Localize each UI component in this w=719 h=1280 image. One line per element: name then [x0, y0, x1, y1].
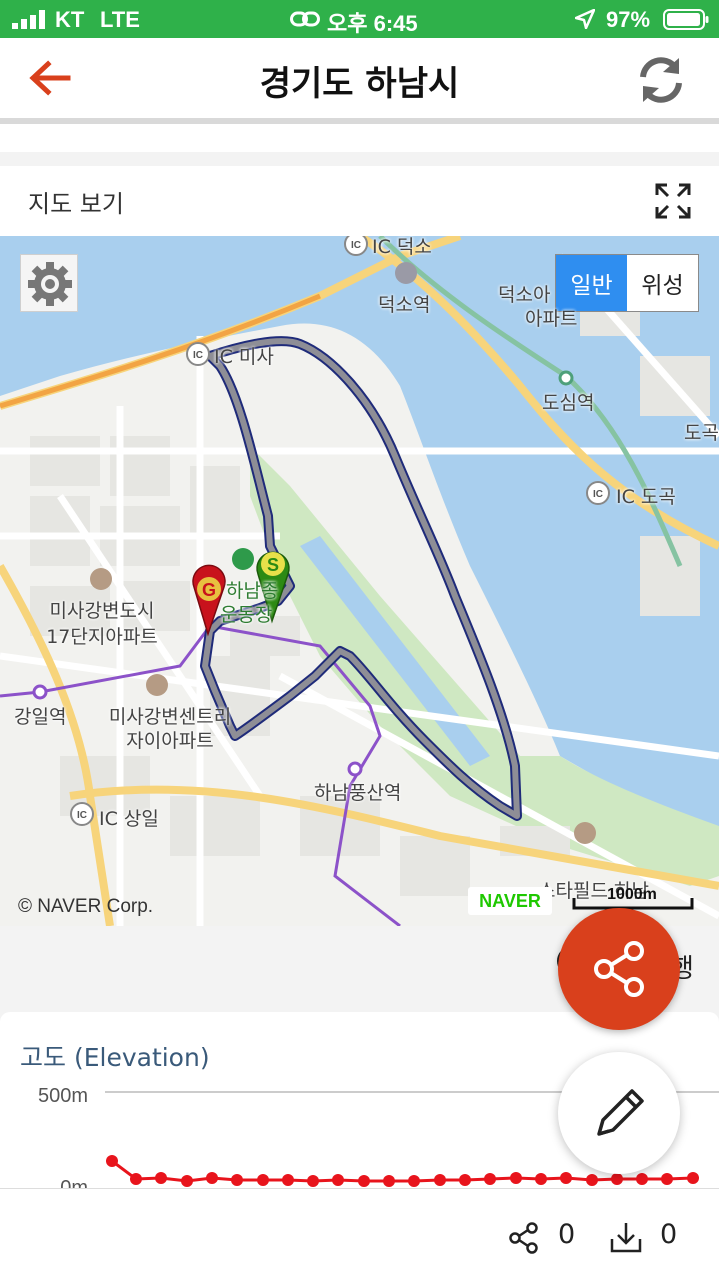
- map-card: 지도 보기 IC IC IC IC S G 일반 위성 IC 덕소 덕소역 덕소…: [0, 166, 719, 926]
- map-label-gangil-station: 강일역: [14, 706, 67, 728]
- map-label-hanam-stadium-2: 운동장: [220, 604, 273, 626]
- map-label-ic-dogok: IC 도곡: [616, 486, 676, 508]
- status-bar: KT LTE 오후 6:45 97%: [0, 0, 719, 38]
- bottom-stats-bar: 0 0: [0, 1188, 719, 1280]
- svg-text:IC: IC: [593, 489, 603, 500]
- map-section-title: 지도 보기: [28, 190, 124, 218]
- naver-logo: NAVER: [468, 887, 552, 915]
- map-label-pungsan-station: 하남풍산역: [314, 782, 402, 804]
- y-tick-500m: 500m: [38, 1085, 88, 1107]
- map-label-doc: 도곡: [684, 422, 719, 444]
- fullscreen-icon[interactable]: [654, 182, 692, 220]
- network-label: LTE: [100, 7, 140, 32]
- map-label-hanam-stadium-1: 하남종: [226, 580, 279, 602]
- share-fab[interactable]: [558, 908, 680, 1030]
- goal-marker-letter: G: [202, 580, 216, 600]
- map-label-deokso-apt-2: 아파트: [525, 308, 578, 330]
- share-count: 0: [558, 1219, 576, 1250]
- pencil-icon: [597, 1089, 644, 1136]
- share-count-icon[interactable]: [508, 1221, 540, 1255]
- svg-text:IC: IC: [77, 810, 87, 821]
- svg-text:IC: IC: [351, 240, 361, 251]
- map-label-dosim-station: 도심역: [542, 392, 595, 414]
- svg-text:IC: IC: [193, 350, 203, 361]
- link-icon: [290, 11, 320, 27]
- map-label-deokso-station: 덕소역: [378, 294, 431, 316]
- map-label-misa-apt-2: 17단지아파트: [46, 626, 158, 648]
- start-marker-letter: S: [267, 555, 279, 575]
- y-tick-0m: 0m: [60, 1177, 88, 1188]
- map-label-ic-deokso: IC 덕소: [372, 236, 432, 258]
- clipped-summary-row: [0, 124, 719, 152]
- map-label-ic-sangil: IC 상일: [99, 808, 159, 830]
- location-arrow-icon: [575, 9, 595, 29]
- map-label-ic-misa: IC 미사: [214, 346, 274, 368]
- map-label-misa-centre-2: 자이아파트: [126, 730, 214, 752]
- screen: KT LTE 오후 6:45 97% 경기도 하남시 지도 보기 IC IC I…: [0, 0, 719, 1280]
- gear-icon: [28, 262, 72, 306]
- edit-fab[interactable]: [558, 1052, 680, 1174]
- clock: 오후 6:45: [327, 11, 418, 36]
- route-map[interactable]: IC IC IC IC S G 일반 위성 IC 덕소 덕소역 덕소아 아파트 …: [0, 236, 719, 926]
- map-settings-button[interactable]: [20, 254, 78, 312]
- signal-icon: [12, 10, 45, 29]
- download-icon[interactable]: [608, 1219, 644, 1255]
- map-copyright: © NAVER Corp.: [18, 896, 154, 917]
- app-header: 경기도 하남시: [0, 38, 719, 120]
- map-label-deokso-apt-1: 덕소아: [498, 284, 551, 306]
- share-icon: [594, 941, 644, 997]
- download-count: 0: [660, 1219, 678, 1250]
- map-label-misa-apt-1: 미사강변도시: [49, 600, 155, 622]
- refresh-icon[interactable]: [634, 55, 688, 105]
- carrier-label: KT: [55, 7, 85, 32]
- map-type-normal[interactable]: 일반: [556, 255, 627, 311]
- map-label-misa-centre-1: 미사강변센트리: [108, 706, 232, 728]
- elevation-title: 고도 (Elevation): [20, 1043, 210, 1072]
- page-title: 경기도 하남시: [259, 64, 460, 104]
- svg-text:1000m: 1000m: [607, 886, 657, 903]
- map-type-satellite[interactable]: 위성: [627, 255, 698, 311]
- battery-icon: [663, 9, 709, 30]
- battery-percent: 97%: [606, 7, 651, 32]
